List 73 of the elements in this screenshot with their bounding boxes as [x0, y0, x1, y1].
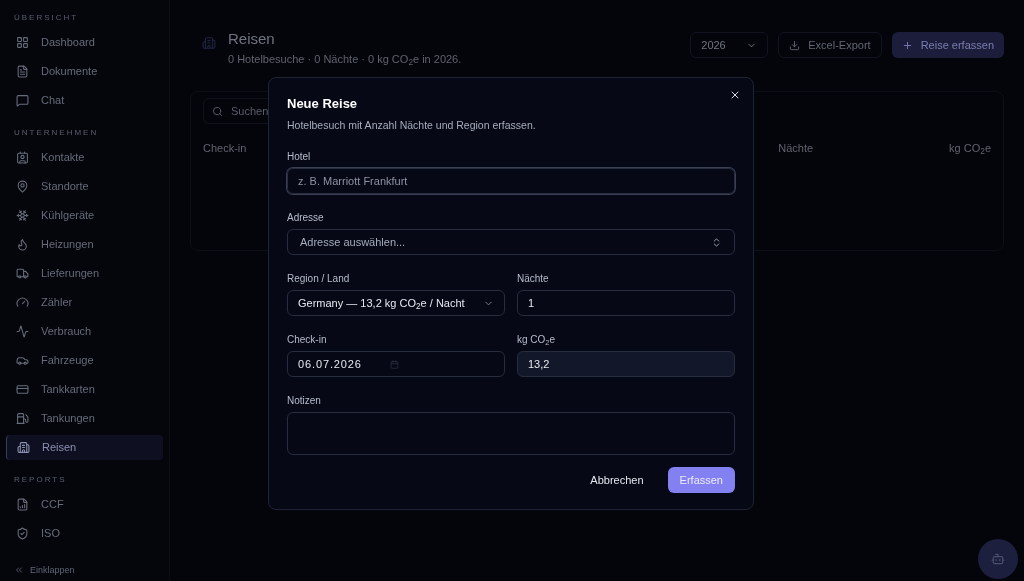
card-icon: [16, 383, 29, 396]
region-select[interactable]: Germany — 13,2 kg CO$_{2}$e / Nacht: [287, 290, 505, 317]
pulse-icon: [16, 325, 29, 338]
fuel-icon: [16, 412, 29, 425]
sidebar-item[interactable]: Kühlgeräte: [6, 203, 163, 228]
column-header: Nächte: [778, 141, 814, 156]
car-icon: [16, 354, 29, 367]
truck-icon: [16, 267, 29, 280]
field-label: kg CO$_{2}$e: [517, 333, 557, 348]
hotel-field[interactable]: z. B. Marriott Frankfurt: [287, 168, 735, 195]
sidebar-item[interactable]: Fahrzeuge: [6, 348, 163, 373]
section-title: ÜBERSICHT: [13, 12, 80, 24]
pin-icon: [16, 180, 29, 193]
building-icon: [202, 36, 216, 50]
close-icon: [729, 89, 741, 101]
sidebar-item[interactable]: Tankkarten: [6, 377, 163, 402]
field-label: Check-in: [287, 333, 328, 348]
calendar-icon: [389, 359, 399, 369]
field-label: Region / Land: [287, 272, 351, 287]
sidebar-item[interactable]: Zähler: [6, 290, 163, 315]
chevrons-up-down-icon: [711, 236, 722, 248]
page-title: Reisen: [228, 29, 276, 49]
flame-icon: [16, 238, 29, 251]
building-icon: [17, 441, 30, 454]
sidebar-item[interactable]: CCF: [6, 492, 163, 517]
field-label: Hotel: [287, 150, 312, 165]
sidebar-item[interactable]: ISO: [6, 521, 163, 546]
sidebar-item[interactable]: Dokumente: [6, 59, 163, 84]
chart-document-icon: [16, 498, 29, 511]
snowflake-icon: [16, 209, 29, 222]
download-icon: [789, 39, 801, 51]
sidebar-item[interactable]: Kontakte: [6, 145, 163, 170]
robot-icon: [991, 552, 1005, 566]
sidebar-item[interactable]: Lieferungen: [6, 261, 163, 286]
document-icon: [16, 65, 29, 78]
cancel-button[interactable]: Abbrechen: [582, 467, 652, 494]
field-label: Adresse: [287, 211, 325, 226]
gauge-icon: [16, 296, 29, 309]
column-header: kg CO$_{2}$e: [949, 141, 991, 157]
grid-icon: [16, 36, 29, 49]
field-label: Notizen: [287, 394, 322, 409]
sidebar-item[interactable]: Heizungen: [6, 232, 163, 257]
field-label: Nächte: [517, 272, 550, 287]
dialog-description: Hotelbesuch mit Anzahl Nächte und Region erfassen.: [287, 117, 537, 133]
address-select[interactable]: Adresse auswählen...: [287, 229, 735, 256]
page-subtitle: 0 Hotelbesuche · 0 Nächte · 0 kg CO$_{2}$e in 2026.: [228, 51, 462, 67]
sidebar-item[interactable]: Standorte: [6, 174, 163, 199]
collapse-button[interactable]: Einklappen: [6, 563, 163, 577]
sidebar-item[interactable]: Chat: [6, 88, 163, 113]
chevrons-left-icon: [14, 565, 24, 576]
date-field[interactable]: 06.07.2026: [287, 351, 505, 378]
shield-icon: [16, 527, 29, 540]
plus-icon: [901, 39, 913, 51]
submit-button[interactable]: Erfassen: [667, 467, 735, 494]
chat-icon: [16, 94, 29, 107]
export-button[interactable]: Excel-Export: [778, 32, 882, 58]
year-select[interactable]: 2026: [690, 32, 769, 58]
sidebar-item[interactable]: Verbrauch: [6, 319, 163, 344]
add-trip-button[interactable]: Reise erfassen: [891, 32, 1004, 58]
sidebar-item[interactable]: Reisen: [6, 435, 163, 460]
assistant-button[interactable]: [978, 539, 1018, 579]
close-button[interactable]: [729, 89, 741, 101]
contact-icon: [16, 151, 29, 164]
sidebar-item[interactable]: Tankungen: [6, 406, 163, 431]
section-title: UNTERNEHMEN: [13, 127, 100, 139]
sidebar-item[interactable]: Dashboard: [6, 30, 163, 55]
notes-field[interactable]: [287, 412, 735, 456]
dialog-title: Neue Reise: [287, 95, 359, 113]
search-icon: [212, 105, 223, 117]
nights-field[interactable]: 1: [517, 290, 735, 317]
co2-field[interactable]: 13,2: [517, 351, 735, 378]
column-header: Check-in: [203, 141, 247, 156]
section-title: REPORTS: [13, 474, 68, 486]
